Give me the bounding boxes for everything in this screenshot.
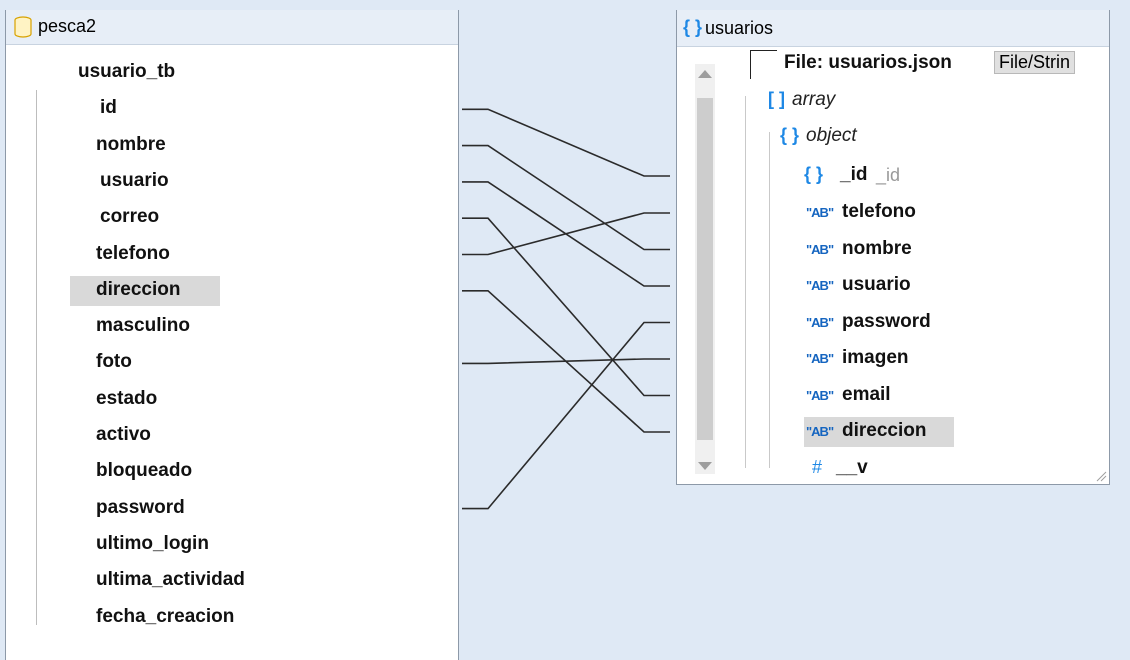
- mapping-connection[interactable]: [462, 217, 670, 397]
- json-object-icon: { }: [683, 17, 703, 37]
- field-label[interactable]: activo: [96, 424, 151, 446]
- json-field-label[interactable]: usuario: [842, 274, 911, 296]
- field-label[interactable]: direccion: [96, 279, 180, 301]
- source-component-pesca2[interactable]: pesca2: [5, 10, 459, 660]
- field-label[interactable]: password: [96, 497, 185, 519]
- target-component-header[interactable]: { } usuarios: [677, 10, 1109, 47]
- json-field-label[interactable]: __v: [836, 457, 868, 479]
- field-label[interactable]: nombre: [96, 134, 166, 156]
- json-field-label[interactable]: imagen: [842, 347, 909, 369]
- object-label[interactable]: object: [806, 125, 857, 147]
- json-field-label[interactable]: direccion: [842, 420, 926, 442]
- file-icon: [750, 50, 777, 79]
- file-string-button[interactable]: File/Strin: [994, 51, 1076, 74]
- table-label[interactable]: usuario_tb: [78, 61, 175, 83]
- json-field-label[interactable]: telefono: [842, 201, 916, 223]
- field-label[interactable]: masculino: [96, 315, 190, 337]
- mapping-connection[interactable]: [462, 108, 670, 177]
- field-label[interactable]: estado: [96, 388, 157, 410]
- resize-grip-icon[interactable]: [1095, 470, 1107, 482]
- array-label[interactable]: array: [792, 89, 835, 111]
- json-object-icon: { }: [804, 164, 824, 184]
- string-type-icon: "AB": [806, 351, 834, 366]
- tree-guide-line: [745, 96, 746, 468]
- scroll-down-arrow-icon[interactable]: [697, 460, 713, 472]
- mapping-connection[interactable]: [462, 358, 670, 365]
- string-type-icon: "AB": [806, 278, 834, 293]
- string-type-icon: "AB": [806, 205, 834, 220]
- field-label[interactable]: ultimo_login: [96, 533, 209, 555]
- target-component-title: usuarios: [705, 18, 774, 38]
- json-field-label[interactable]: nombre: [842, 238, 912, 260]
- scroll-up-arrow-icon[interactable]: [697, 68, 713, 80]
- mapping-connection[interactable]: [462, 212, 670, 256]
- id-label[interactable]: _id: [840, 164, 867, 186]
- field-label[interactable]: foto: [96, 351, 132, 373]
- field-label[interactable]: correo: [100, 206, 159, 228]
- scrollbar-thumb[interactable]: [697, 98, 713, 440]
- json-object-icon: { }: [780, 125, 800, 145]
- field-label[interactable]: bloqueado: [96, 460, 192, 482]
- mapping-connection[interactable]: [462, 181, 670, 287]
- tree-guide-line: [769, 132, 770, 468]
- mapping-connection[interactable]: [462, 321, 670, 510]
- json-field-label[interactable]: email: [842, 384, 891, 406]
- field-label[interactable]: telefono: [96, 243, 170, 265]
- number-type-icon: #: [812, 456, 823, 477]
- file-label[interactable]: File: usuarios.json: [784, 52, 952, 74]
- string-type-icon: "AB": [806, 314, 834, 330]
- mapping-connection[interactable]: [462, 144, 670, 251]
- json-field-label[interactable]: password: [842, 311, 931, 333]
- mapping-canvas: pesca2 usuario_tbid nombre usuario correo te…: [0, 0, 1130, 660]
- field-label[interactable]: ultima_actividad: [96, 569, 245, 591]
- tree-guide-line: [36, 90, 37, 625]
- field-label[interactable]: usuario: [100, 170, 169, 192]
- mapping-connection[interactable]: [462, 290, 670, 433]
- source-component-header[interactable]: pesca2: [6, 10, 458, 45]
- database-icon: [14, 16, 32, 38]
- json-array-icon: [ ]: [768, 89, 785, 109]
- source-component-title: pesca2: [38, 16, 97, 36]
- field-label[interactable]: id: [100, 97, 117, 119]
- string-type-icon: "AB": [806, 241, 834, 257]
- id-sublabel: _id: [876, 165, 901, 185]
- string-type-icon: "AB": [806, 424, 834, 439]
- string-type-icon: "AB": [806, 387, 834, 403]
- field-label[interactable]: fecha_creacion: [96, 606, 234, 628]
